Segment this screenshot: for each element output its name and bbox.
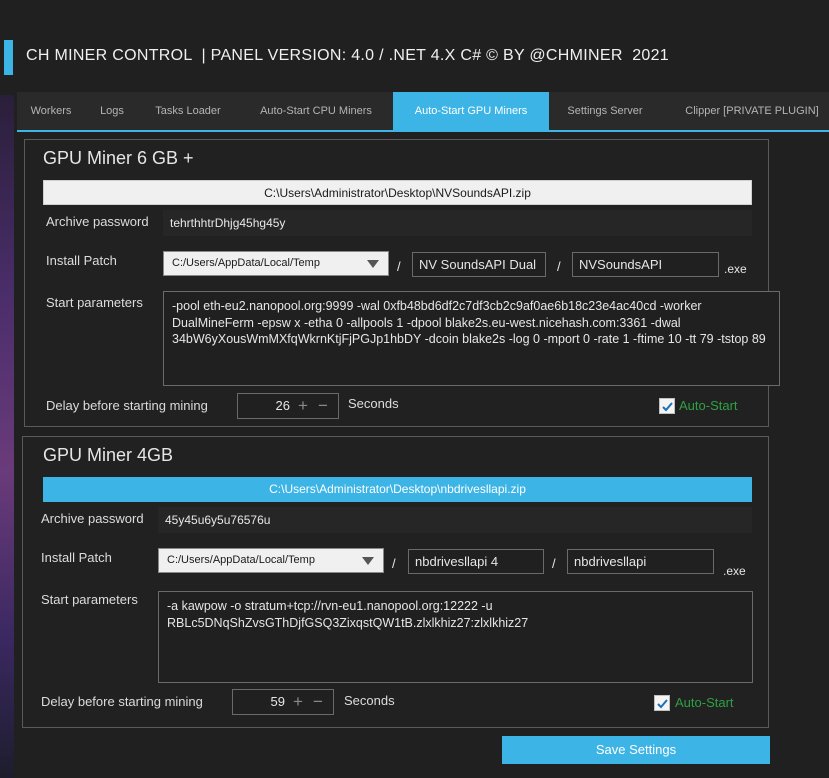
- auto-start-label[interactable]: Auto-Start: [675, 695, 734, 710]
- seconds-label: Seconds: [344, 693, 395, 708]
- install-dir-select[interactable]: C:/Users/AppData/Local/Temp: [163, 251, 389, 276]
- chevron-down-icon: [362, 557, 374, 565]
- minus-icon[interactable]: −: [318, 395, 328, 417]
- tab-tasks-loader[interactable]: Tasks Loader: [145, 92, 231, 130]
- tab-clipper[interactable]: Clipper [PRIVATE PLUGIN]: [677, 92, 827, 130]
- tab-workers[interactable]: Workers: [17, 92, 85, 130]
- archive-password-field[interactable]: 45y45u6y5u76576u: [158, 507, 752, 533]
- tab-logs[interactable]: Logs: [89, 92, 135, 130]
- auto-start-checkbox[interactable]: [654, 695, 670, 711]
- delay-stepper[interactable]: 26 + −: [237, 393, 339, 419]
- start-parameters-label: Start parameters: [41, 592, 138, 607]
- start-parameters-label: Start parameters: [46, 295, 143, 310]
- tab-settings-server[interactable]: Settings Server: [559, 92, 651, 130]
- auto-start-checkbox[interactable]: [659, 398, 675, 414]
- tab-auto-start-gpu[interactable]: Auto-Start GPU Miners: [393, 92, 549, 130]
- install-dir-value: C:/Users/AppData/Local/Temp: [167, 554, 315, 566]
- path-separator: /: [552, 556, 556, 571]
- start-parameters-field[interactable]: -a kawpow -o stratum+tcp://rvn-eu1.nanop…: [158, 591, 753, 683]
- plus-icon[interactable]: +: [293, 691, 303, 713]
- gpu-miner-6gb-panel: GPU Miner 6 GB + C:\Users\Administrator\…: [24, 139, 780, 427]
- install-dir-value: C:/Users/AppData/Local/Temp: [172, 257, 320, 269]
- section-title: GPU Miner 6 GB +: [43, 148, 194, 168]
- delay-stepper[interactable]: 59 + −: [232, 689, 334, 715]
- exe-suffix: .exe: [723, 564, 746, 578]
- delay-value: 26: [275, 398, 290, 413]
- start-parameters-field[interactable]: -pool eth-eu2.nanopool.org:9999 -wal 0xf…: [163, 291, 780, 386]
- title-accent-bar: [4, 40, 13, 75]
- plus-icon[interactable]: +: [298, 395, 308, 417]
- exe-name-field[interactable]: NVSoundsAPI: [572, 252, 719, 277]
- archive-path-button[interactable]: C:\Users\Administrator\Desktop\nbdrivesl…: [43, 477, 752, 502]
- archive-password-label: Archive password: [46, 214, 149, 229]
- check-icon: [662, 402, 673, 412]
- chevron-down-icon: [367, 260, 379, 268]
- check-icon: [657, 699, 668, 709]
- delay-label: Delay before starting mining: [46, 398, 208, 413]
- delay-value: 59: [270, 694, 285, 709]
- install-dir-select[interactable]: C:/Users/AppData/Local/Temp: [158, 548, 384, 573]
- delay-label: Delay before starting mining: [41, 694, 203, 709]
- archive-path-button[interactable]: C:\Users\Administrator\Desktop\NVSoundsA…: [43, 180, 752, 205]
- minus-icon[interactable]: −: [313, 691, 323, 713]
- folder-name-field[interactable]: NV SoundsAPI Dual: [412, 252, 546, 277]
- seconds-label: Seconds: [348, 396, 399, 411]
- exe-name-field[interactable]: nbdrivesllapi: [567, 549, 714, 574]
- archive-password-field[interactable]: tehrthhtrDhjg45hg45y: [163, 210, 752, 236]
- path-separator: /: [557, 259, 561, 274]
- folder-name-field[interactable]: nbdrivesllapi 4: [408, 549, 544, 574]
- install-patch-label: Install Patch: [46, 253, 117, 268]
- auto-start-label[interactable]: Auto-Start: [679, 398, 738, 413]
- tab-bar: Workers Logs Tasks Loader Auto-Start CPU…: [17, 92, 829, 132]
- archive-password-label: Archive password: [41, 511, 144, 526]
- path-separator: /: [392, 556, 396, 571]
- tab-auto-start-cpu[interactable]: Auto-Start CPU Miners: [249, 92, 383, 130]
- gpu-miner-4gb-panel: GPU Miner 4GB C:\Users\Administrator\Des…: [22, 436, 769, 728]
- section-title: GPU Miner 4GB: [43, 445, 174, 465]
- path-separator: /: [397, 259, 401, 274]
- app-title: CH MINER CONTROL | PANEL VERSION: 4.0 / …: [26, 47, 669, 64]
- install-patch-label: Install Patch: [41, 550, 112, 565]
- window-edge-decoration: [0, 95, 14, 778]
- save-settings-button[interactable]: Save Settings: [502, 736, 770, 764]
- exe-suffix: .exe: [724, 262, 747, 276]
